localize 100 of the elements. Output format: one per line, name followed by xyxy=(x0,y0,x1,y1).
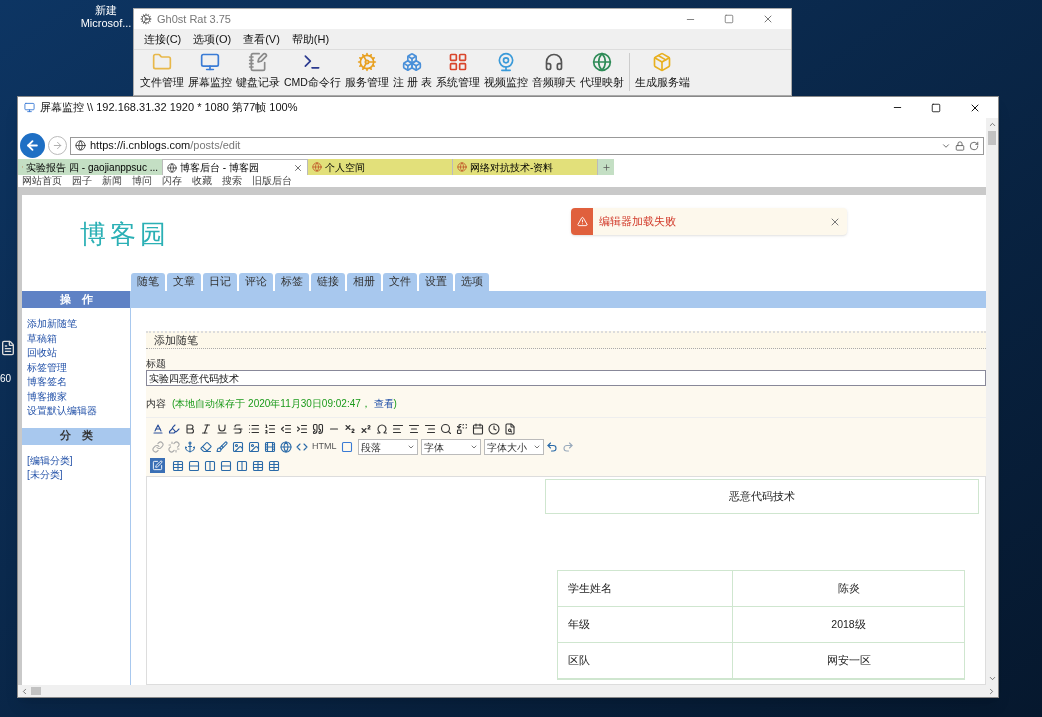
toolbar-button[interactable] xyxy=(374,421,389,436)
toolbar-button[interactable]: 键盘记录 xyxy=(234,52,282,93)
menu-item[interactable]: 连接(C) xyxy=(140,30,186,48)
nav-tab[interactable]: 文章 xyxy=(167,273,201,291)
scrollbar-thumb[interactable] xyxy=(31,687,41,695)
nav-link[interactable]: 新闻 xyxy=(102,176,122,186)
toolbar-button[interactable]: CMD命令行 xyxy=(282,52,343,93)
nav-tab[interactable]: 相册 xyxy=(347,273,381,291)
nav-tab[interactable]: 选项 xyxy=(455,273,489,291)
menu-item[interactable]: 帮助(H) xyxy=(287,30,334,48)
toolbar-button[interactable] xyxy=(470,421,485,436)
nav-link[interactable]: 网站首页 xyxy=(22,176,62,186)
toolbar-button[interactable] xyxy=(234,458,249,473)
vertical-scrollbar[interactable] xyxy=(986,118,998,685)
toolbar-button[interactable] xyxy=(278,439,293,455)
toolbar-button[interactable]: 视频监控 xyxy=(481,52,530,93)
toolbar-button[interactable] xyxy=(454,421,469,436)
window-title: Gh0st Rat 3.75 xyxy=(157,11,231,27)
warning-icon xyxy=(576,216,588,227)
sidebar-link[interactable]: 草稿箱 xyxy=(27,332,130,345)
toolbar-button[interactable] xyxy=(438,421,453,436)
html-button[interactable]: HTML xyxy=(310,439,339,455)
toolbar-button[interactable] xyxy=(218,458,233,473)
desktop-icon-label[interactable]: 60 xyxy=(0,371,12,386)
nav-link[interactable]: 博问 xyxy=(132,176,152,186)
sidebar-link[interactable]: 回收站 xyxy=(27,347,130,360)
nav-tab[interactable]: 随笔 xyxy=(131,273,165,291)
editor-area[interactable]: 恶意代码技术 学生姓名 陈炎 年级 2018级 区队 网安一区 xyxy=(146,476,986,685)
desktop-icon-label[interactable]: 新建 Microsof... xyxy=(80,4,132,30)
nav-tab[interactable]: 日记 xyxy=(203,273,237,291)
browser-tab[interactable]: 个人空间 xyxy=(308,159,453,175)
site-icon xyxy=(167,162,177,173)
toolbar-button[interactable]: 屏幕监控 xyxy=(186,52,234,93)
browser-tab[interactable]: 网络对抗技术-资料 xyxy=(453,159,598,175)
nav-link[interactable]: 旧版后台 xyxy=(252,176,292,186)
title-field[interactable]: 实验四恶意代码技术 xyxy=(146,370,986,386)
menu-item[interactable]: 查看(V) xyxy=(239,30,284,48)
view-link[interactable]: 查看 xyxy=(373,397,394,409)
refresh-icon[interactable] xyxy=(969,140,979,151)
scroll-down-icon[interactable] xyxy=(987,674,997,683)
sidebar-link[interactable]: [未分类] xyxy=(27,469,130,482)
toolbar-button[interactable]: 文件管理 xyxy=(138,52,186,93)
sidebar-link[interactable]: 博客签名 xyxy=(27,376,130,389)
dropdown-select[interactable]: 段落 xyxy=(357,439,418,455)
nav-tab[interactable]: 设置 xyxy=(419,273,453,291)
field-label: 标题 xyxy=(146,358,167,370)
omega-icon xyxy=(375,422,388,435)
sidebar-link[interactable]: [编辑分类] xyxy=(27,454,130,467)
toolbar-button[interactable] xyxy=(230,439,245,455)
new-tab-button[interactable] xyxy=(598,159,614,175)
toolbar-button[interactable] xyxy=(266,458,281,473)
toolbar-button[interactable] xyxy=(486,421,501,436)
browser-tab[interactable]: 博客后台 - 博客园 xyxy=(163,159,308,175)
scrollbar-thumb[interactable] xyxy=(988,131,996,145)
scroll-left-icon[interactable] xyxy=(20,686,29,696)
toolbar-button[interactable] xyxy=(250,458,265,473)
toolbar-button[interactable] xyxy=(262,439,277,455)
back-button[interactable] xyxy=(20,133,45,158)
nav-tab[interactable]: 链接 xyxy=(311,273,345,291)
scroll-right-icon[interactable] xyxy=(987,686,996,696)
toolbar-button[interactable] xyxy=(202,458,217,473)
browser-tab[interactable]: 实验报告 四 - gaojianppsuc ... xyxy=(18,159,163,175)
dropdown-select[interactable]: 字体 xyxy=(420,439,481,455)
toolbar-button[interactable] xyxy=(170,458,185,473)
scroll-up-icon[interactable] xyxy=(987,120,997,129)
source-toggle-button[interactable] xyxy=(150,458,165,473)
superscript-icon xyxy=(359,422,372,435)
nav-link[interactable]: 搜索 xyxy=(222,176,242,186)
toolbar-button[interactable] xyxy=(186,458,201,473)
file-icon[interactable] xyxy=(0,340,16,356)
menu-item[interactable]: 选项(O) xyxy=(189,30,236,48)
dropdown-select[interactable]: 字体大小 xyxy=(483,439,544,455)
nav-tab[interactable]: 文件 xyxy=(383,273,417,291)
nav-link[interactable]: 园子 xyxy=(72,176,92,186)
sidebar-link[interactable]: 设置默认编辑器 xyxy=(27,405,130,418)
sidebar-link[interactable]: 标签管理 xyxy=(27,361,130,374)
sidebar-link[interactable]: 博客搬家 xyxy=(27,390,130,403)
address-bar[interactable]: https://i.cnblogs.com/posts/edit xyxy=(70,136,984,155)
toolbar-button[interactable]: 生成服务端 xyxy=(632,52,692,93)
maximize-icon xyxy=(931,102,941,113)
toolbar-button[interactable]: 代理映射 xyxy=(577,52,626,93)
toolbar-button[interactable] xyxy=(310,421,325,436)
toolbar-button[interactable]: 系统管理 xyxy=(433,52,482,93)
close-icon[interactable] xyxy=(293,162,303,173)
toolbar-button[interactable] xyxy=(544,439,560,455)
nav-link[interactable]: 收藏 xyxy=(192,176,212,186)
nav-link[interactable]: 闪存 xyxy=(162,176,182,186)
toolbar-button[interactable] xyxy=(502,421,517,436)
toolbar-button[interactable]: 音频聊天 xyxy=(529,52,578,93)
toolbar-button[interactable] xyxy=(198,439,213,455)
toolbar-button[interactable] xyxy=(262,421,277,436)
nav-tab[interactable]: 标签 xyxy=(275,273,309,291)
toolbar-button[interactable] xyxy=(246,439,261,455)
toolbar-button[interactable]: 注 册 表 xyxy=(390,52,434,93)
clock-icon xyxy=(487,422,500,435)
film-icon xyxy=(263,441,276,453)
nav-tab[interactable]: 评论 xyxy=(239,273,273,291)
horizontal-scrollbar[interactable] xyxy=(18,685,998,697)
toolbar-button[interactable]: 服务管理 xyxy=(342,52,391,93)
sidebar-link[interactable]: 添加新随笔 xyxy=(27,318,130,331)
